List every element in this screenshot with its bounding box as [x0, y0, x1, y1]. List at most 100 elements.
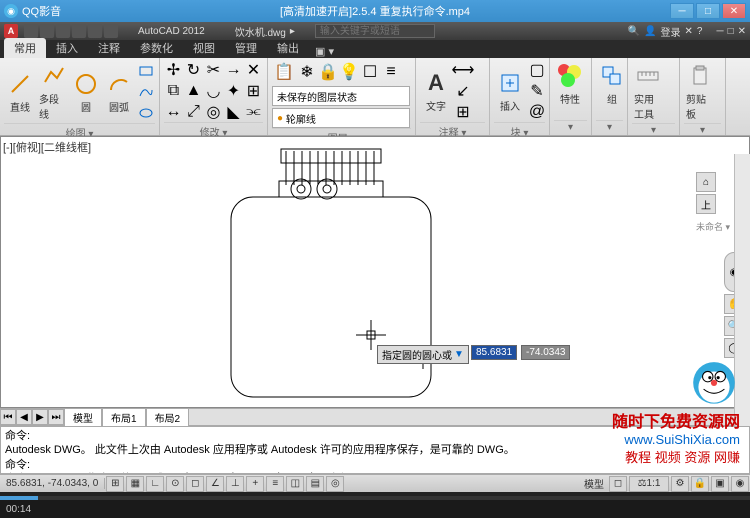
chamfer-icon[interactable]: ◣	[224, 102, 243, 122]
otrack-toggle[interactable]: ∠	[206, 476, 224, 492]
command-window[interactable]: 命令: Autodesk DWG。 此文件上次由 Autodesk 应用程序或 …	[0, 426, 750, 474]
panel-clipboard-title[interactable]: ▾	[684, 123, 721, 136]
print-icon[interactable]	[104, 24, 118, 38]
polyline-button[interactable]: 多段线	[37, 60, 69, 123]
array-icon[interactable]: ⊞	[244, 81, 263, 101]
ducs-toggle[interactable]: ⊥	[226, 476, 244, 492]
save-icon[interactable]	[56, 24, 70, 38]
layer-off-icon[interactable]: 💡	[339, 62, 359, 82]
arc-button[interactable]: 圆弧	[103, 68, 135, 116]
help-search-input[interactable]	[315, 24, 435, 38]
layer-freeze-icon[interactable]: ❄	[297, 62, 317, 82]
cad-close-button[interactable]: ✕	[738, 26, 746, 37]
stretch-icon[interactable]: ↔	[164, 102, 183, 122]
spline-icon[interactable]	[136, 82, 156, 102]
tab-nav-last-icon[interactable]: ⏭	[48, 409, 64, 425]
offset-icon[interactable]: ◎	[204, 102, 223, 122]
copy-icon[interactable]: ⧉	[164, 81, 183, 101]
tab-nav-prev-icon[interactable]: ◀	[16, 409, 32, 425]
create-block-icon[interactable]: ▢	[527, 60, 547, 80]
user-icon[interactable]: 👤	[644, 26, 656, 37]
model-space-label[interactable]: 模型	[580, 476, 608, 491]
qp-toggle[interactable]: ▤	[306, 476, 324, 492]
extend-icon[interactable]: →	[224, 60, 243, 80]
hardware-accel[interactable]: ▣	[711, 476, 729, 492]
tab-annotate[interactable]: 注释	[88, 38, 130, 58]
ortho-toggle[interactable]: ∟	[146, 476, 164, 492]
dyn-toggle[interactable]: +	[246, 476, 264, 492]
status-tool-1[interactable]: ◻	[609, 476, 627, 492]
ucs-label[interactable]: 未命名 ▾	[696, 220, 730, 233]
undo-icon[interactable]	[72, 24, 86, 38]
cad-maximize-button[interactable]: □	[728, 26, 734, 37]
fillet-icon[interactable]: ◡	[204, 81, 223, 101]
leader-icon[interactable]: ↙	[453, 81, 473, 101]
login-button[interactable]: 登录	[661, 24, 681, 39]
layer-match-icon[interactable]: ≡	[381, 62, 401, 82]
insert-button[interactable]: 插入	[494, 67, 526, 115]
current-layer-dropdown[interactable]: ● 轮廓线	[272, 108, 410, 128]
tpy-toggle[interactable]: ◫	[286, 476, 304, 492]
osnap-toggle[interactable]: ◻	[186, 476, 204, 492]
snap-toggle[interactable]: ⊞	[106, 476, 124, 492]
nav-home-icon[interactable]: ⌂	[696, 172, 716, 192]
tab-parametric[interactable]: 参数化	[130, 38, 183, 58]
redo-icon[interactable]	[88, 24, 102, 38]
dynamic-input-y[interactable]: -74.0343	[521, 345, 570, 360]
utilities-button[interactable]: 实用工具	[632, 60, 664, 123]
tab-home[interactable]: 常用	[4, 38, 46, 58]
layer-lock-icon[interactable]: 🔒	[318, 62, 338, 82]
close-button[interactable]: ✕	[722, 3, 746, 19]
vertical-scrollbar[interactable]	[734, 154, 750, 426]
clipboard-button[interactable]: 剪贴板	[684, 60, 716, 123]
search-icon[interactable]: 🔍	[628, 26, 640, 37]
sc-toggle[interactable]: ◎	[326, 476, 344, 492]
minimize-button[interactable]: ─	[670, 3, 694, 19]
autocad-logo[interactable]: A	[4, 24, 18, 38]
exchange-icon[interactable]: ✕	[685, 26, 693, 37]
annotation-scale[interactable]: ⚖1:1	[629, 476, 669, 492]
maximize-button[interactable]: □	[696, 3, 720, 19]
ribbon-expand-icon[interactable]: ▣ ▾	[315, 45, 334, 58]
explode-icon[interactable]: ✦	[224, 81, 243, 101]
workspace-switch[interactable]: ⚙	[671, 476, 689, 492]
layer-state-dropdown[interactable]: 未保存的图层状态	[272, 86, 410, 106]
panel-utilities-title[interactable]: ▾	[632, 123, 675, 136]
group-button[interactable]: 组	[596, 60, 628, 108]
join-icon[interactable]: ⫘	[244, 102, 263, 122]
tab-layout1[interactable]: 布局1	[102, 408, 146, 427]
open-icon[interactable]	[40, 24, 54, 38]
table-icon[interactable]: ⊞	[453, 102, 473, 122]
toolbar-lock[interactable]: 🔒	[691, 476, 709, 492]
scale-icon[interactable]: ⤢	[184, 102, 203, 122]
layer-iso-icon[interactable]: ☐	[360, 62, 380, 82]
new-icon[interactable]	[24, 24, 38, 38]
cad-minimize-button[interactable]: ─	[716, 26, 723, 37]
panel-properties-title[interactable]: ▾	[554, 120, 587, 133]
layer-props-icon[interactable]: 📋	[272, 60, 296, 84]
attr-icon[interactable]: @	[527, 102, 547, 122]
erase-icon[interactable]: ✕	[244, 60, 263, 80]
viewcube-button[interactable]: 上	[696, 194, 716, 214]
lwt-toggle[interactable]: ≡	[266, 476, 284, 492]
polar-toggle[interactable]: ⊙	[166, 476, 184, 492]
properties-button[interactable]: 特性	[554, 60, 586, 108]
tab-nav-first-icon[interactable]: ⏮	[0, 409, 16, 425]
help-icon[interactable]: ?	[697, 26, 703, 37]
tab-model[interactable]: 模型	[64, 408, 102, 427]
drawing-viewport[interactable]: [-][俯视][二维线框]	[0, 136, 750, 408]
tab-insert[interactable]: 插入	[46, 38, 88, 58]
rect-icon[interactable]	[136, 61, 156, 81]
grid-toggle[interactable]: ▦	[126, 476, 144, 492]
tab-manage[interactable]: 管理	[225, 38, 267, 58]
tab-view[interactable]: 视图	[183, 38, 225, 58]
dropdown-arrow-icon[interactable]: ▼	[454, 349, 464, 360]
mirror-icon[interactable]: ▲	[184, 81, 203, 101]
line-button[interactable]: 直线	[4, 68, 36, 116]
rotate-icon[interactable]: ↻	[184, 60, 203, 80]
text-button[interactable]: A 文字	[420, 67, 452, 115]
tab-output[interactable]: 输出	[267, 38, 309, 58]
circle-button[interactable]: 圆	[70, 68, 102, 116]
edit-block-icon[interactable]: ✎	[527, 81, 547, 101]
move-icon[interactable]: ✢	[164, 60, 183, 80]
